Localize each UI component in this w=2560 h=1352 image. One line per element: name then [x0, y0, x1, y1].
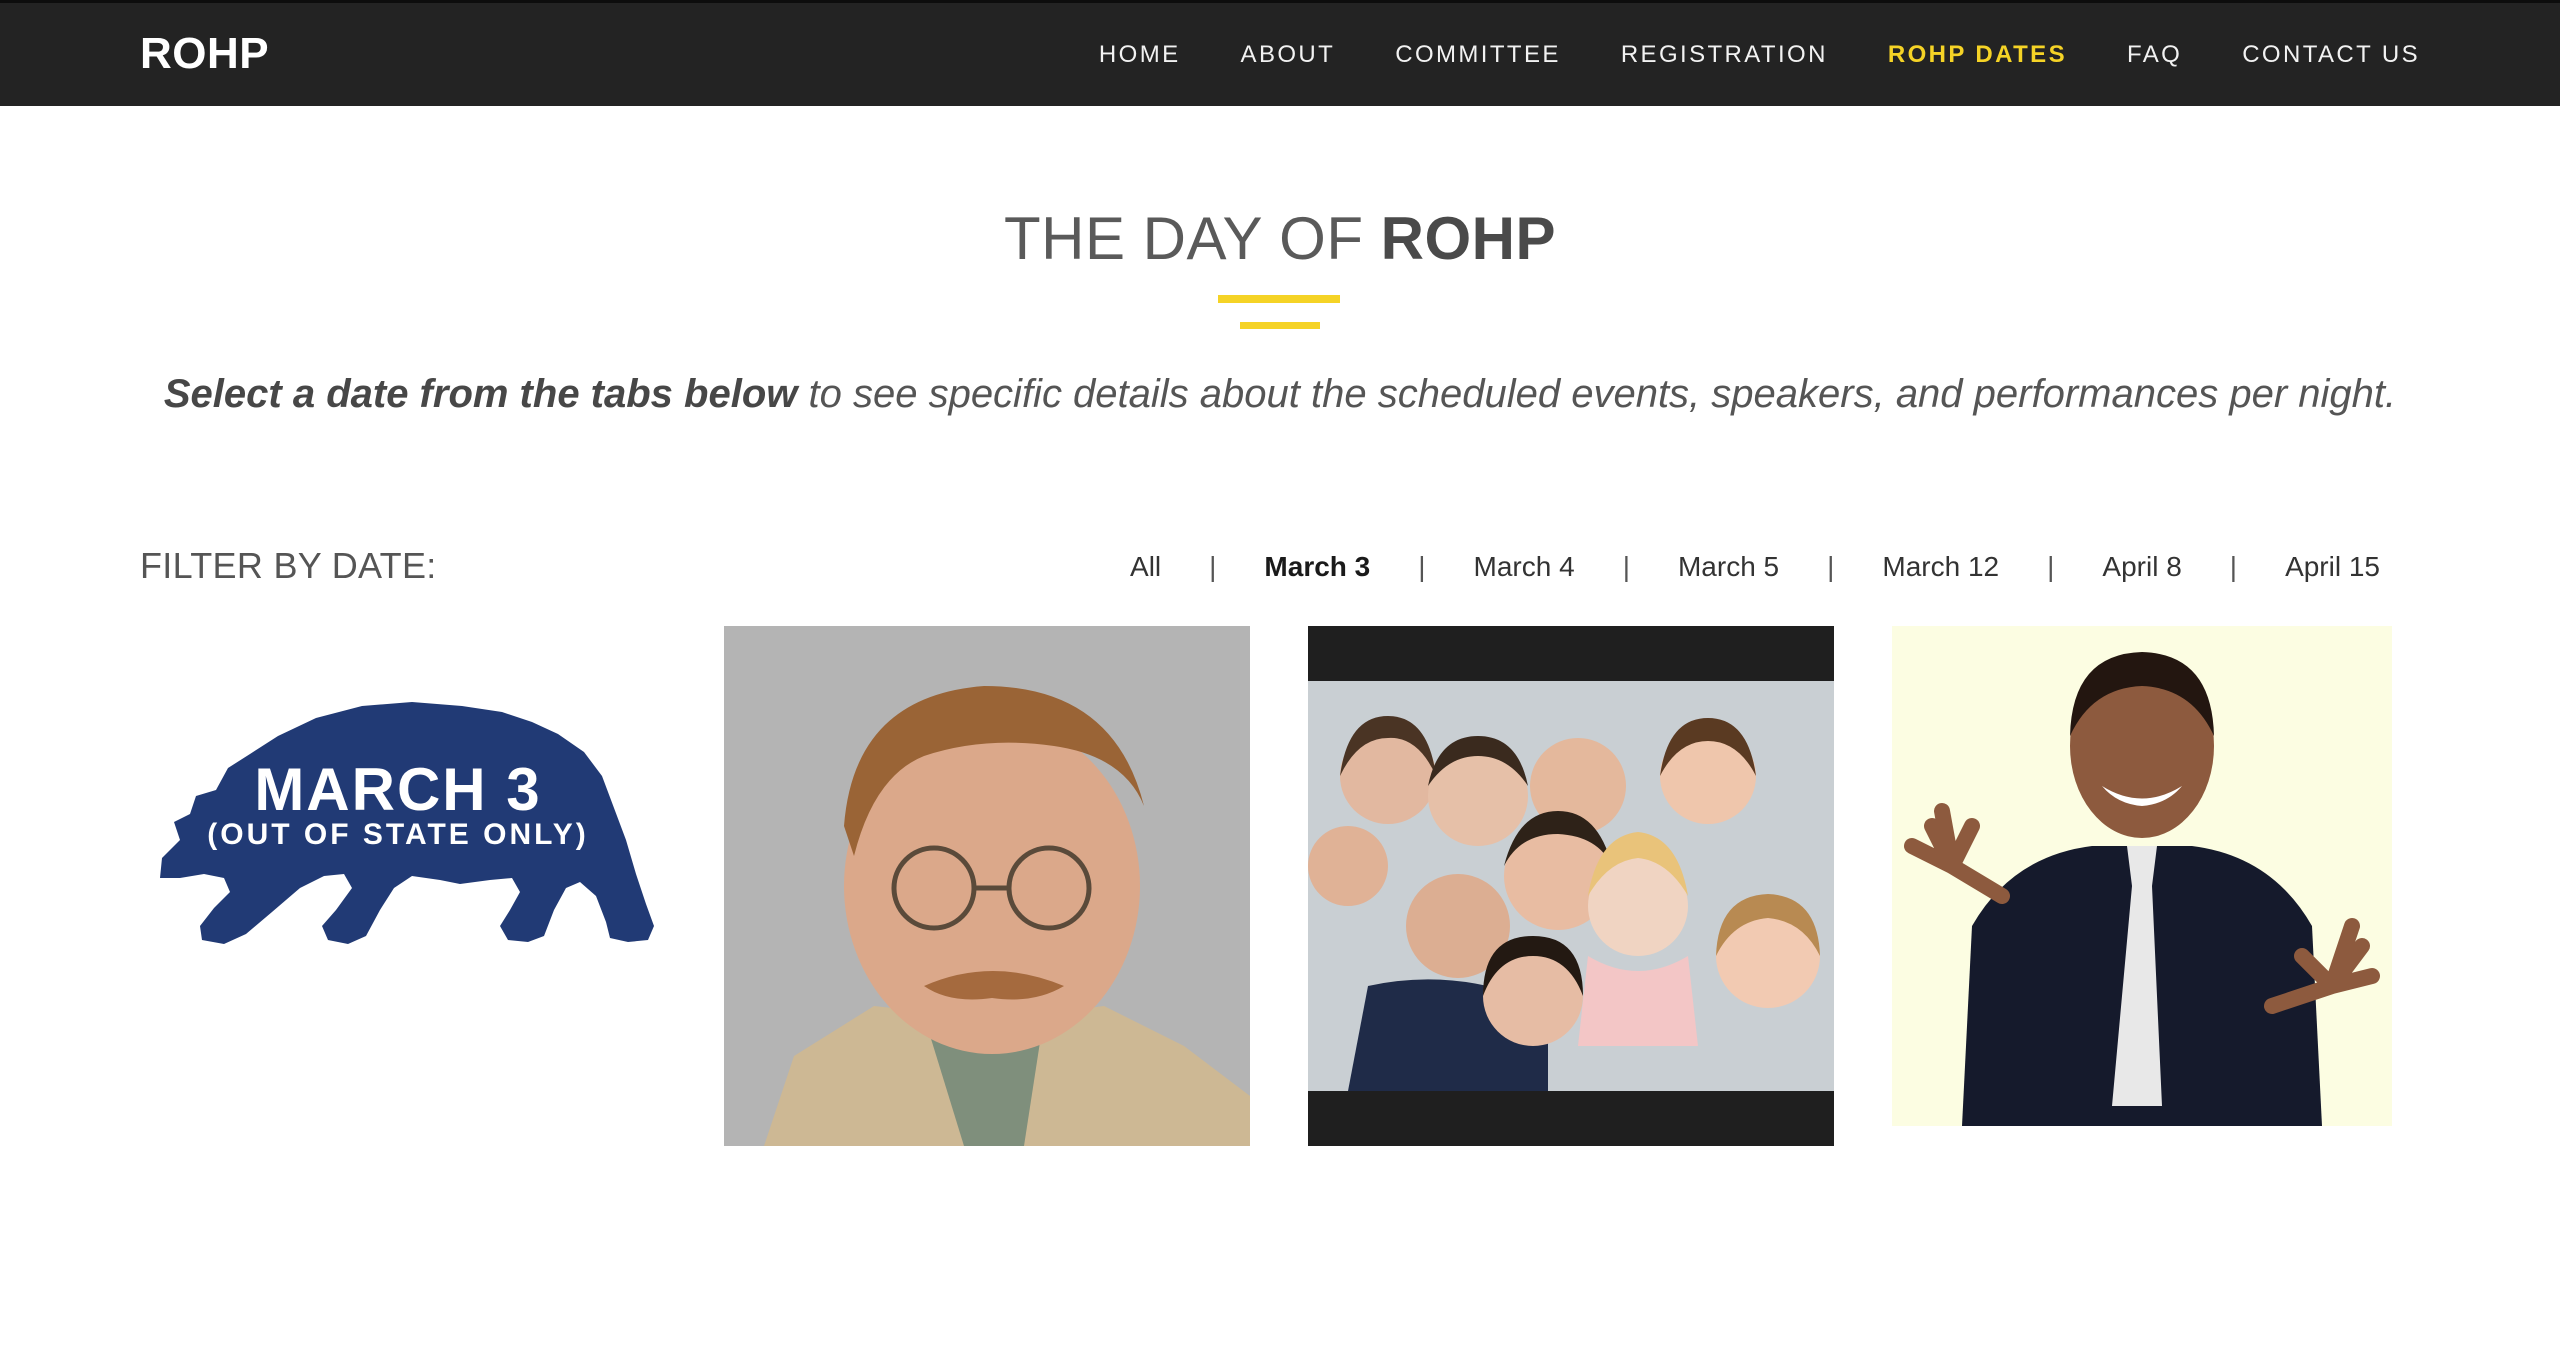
- filter-april-15[interactable]: April 15: [2285, 551, 2380, 583]
- bear-image: MARCH 3 (OUT OF STATE ONLY): [160, 702, 654, 944]
- filter-april-8[interactable]: April 8: [2102, 551, 2181, 583]
- performer-photo-image: [1892, 626, 2392, 1126]
- nav-rohp-dates[interactable]: ROHP DATES: [1888, 41, 2067, 69]
- nav-about[interactable]: ABOUT: [1241, 41, 1336, 69]
- speaker-portrait-image: [724, 626, 1250, 1146]
- filter-label: FILTER BY DATE:: [140, 545, 437, 586]
- page-subtitle: Select a date from the tabs below to see…: [0, 372, 2560, 417]
- filter-separator: |: [1622, 551, 1630, 582]
- group-photo-image: [1308, 626, 1834, 1146]
- card-march-3-bear[interactable]: MARCH 3 (OUT OF STATE ONLY): [140, 626, 666, 1146]
- nav-home[interactable]: HOME: [1099, 41, 1181, 69]
- filter-separator: |: [1418, 551, 1426, 582]
- top-navbar: ROHP HOME ABOUT COMMITTEE REGISTRATION R…: [0, 0, 2560, 106]
- subtitle-rest: to see specific details about the schedu…: [797, 372, 2397, 416]
- bear-text-line1: MARCH 3: [254, 756, 541, 823]
- filter-separator: |: [1209, 551, 1217, 582]
- filter-separator: |: [1827, 551, 1835, 582]
- nav-faq[interactable]: FAQ: [2127, 41, 2182, 69]
- title-underline-top: [1218, 295, 1340, 303]
- nav-committee[interactable]: COMMITTEE: [1395, 41, 1561, 69]
- brand-logo[interactable]: ROHP: [140, 29, 269, 79]
- filter-march-4[interactable]: March 4: [1474, 551, 1575, 583]
- subtitle-bold: Select a date from the tabs below: [163, 372, 798, 416]
- card-performer-photo[interactable]: [1892, 626, 2392, 1126]
- date-filter-tabs: All | March 3 | March 4 | March 5 | Marc…: [1130, 551, 2380, 583]
- filter-march-5[interactable]: March 5: [1678, 551, 1779, 583]
- page-title-bold: ROHP: [1380, 205, 1557, 272]
- filter-separator: |: [2229, 551, 2238, 582]
- nav-contact-us[interactable]: CONTACT US: [2242, 41, 2420, 69]
- card-speaker-portrait[interactable]: [724, 626, 1250, 1146]
- filter-separator: |: [2047, 551, 2055, 582]
- page-title-light: THE DAY OF: [1003, 205, 1381, 272]
- filter-all[interactable]: All: [1130, 551, 1161, 583]
- nav-registration[interactable]: REGISTRATION: [1621, 41, 1828, 69]
- page-title: THE DAY OF ROHP: [0, 204, 2560, 273]
- main-nav: HOME ABOUT COMMITTEE REGISTRATION ROHP D…: [1039, 41, 2420, 69]
- filter-march-12[interactable]: March 12: [1882, 551, 1999, 583]
- filter-march-3[interactable]: March 3: [1264, 551, 1370, 583]
- bear-text-line2: (OUT OF STATE ONLY): [207, 818, 588, 851]
- title-underline-bottom: [1240, 322, 1320, 329]
- card-group-photo[interactable]: [1308, 626, 1834, 1146]
